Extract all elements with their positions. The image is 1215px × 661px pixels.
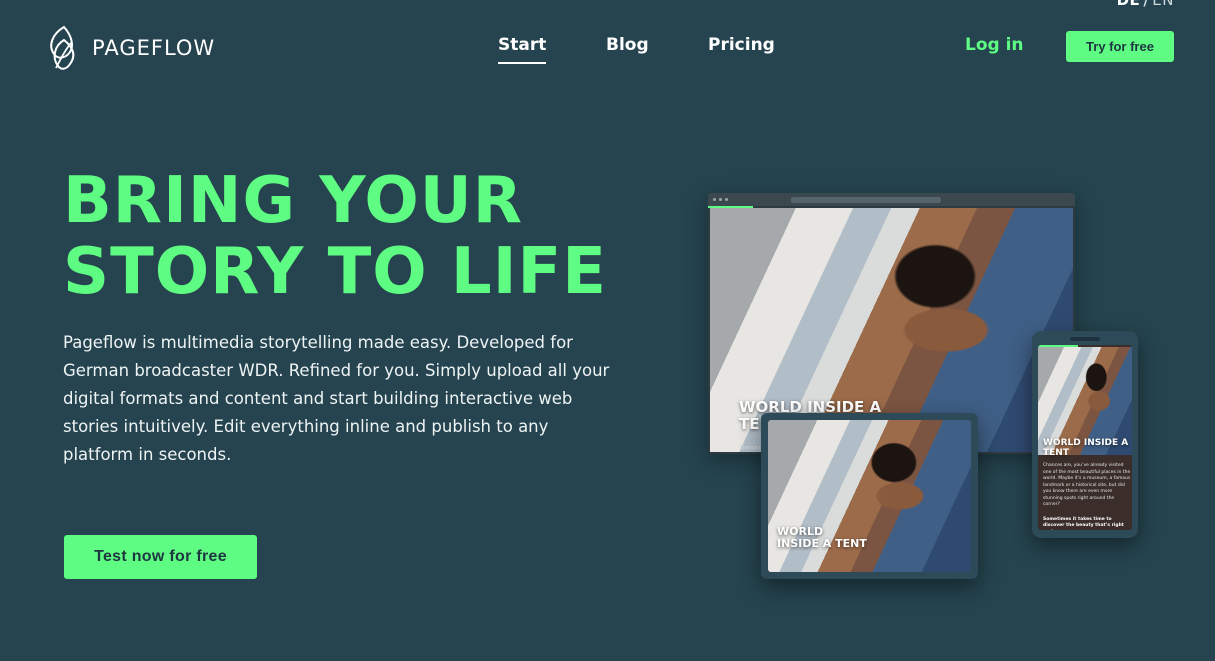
hero-lead-text: Pageflow is multimedia storytelling made… <box>63 333 610 464</box>
login-link[interactable]: Log in <box>965 35 1024 55</box>
language-en[interactable]: EN <box>1152 0 1174 9</box>
nav-item-blog[interactable]: Blog <box>606 35 649 55</box>
try-for-free-button[interactable]: Try for free <box>1066 31 1174 62</box>
nav-item-pricing[interactable]: Pricing <box>708 35 775 55</box>
pageflow-leaf-icon <box>50 25 75 70</box>
tablet-mockup: WORLD INSIDE A TENT <box>761 413 978 579</box>
language-separator: / <box>1143 0 1150 9</box>
tablet-story-title: WORLD INSIDE A TENT <box>777 525 867 551</box>
test-now-button[interactable]: Test now for free <box>64 535 257 579</box>
phone-screen: WORLD INSIDE A TENT Chances are, you’ve … <box>1038 345 1132 530</box>
address-bar <box>791 196 941 203</box>
phone-mockup: WORLD INSIDE A TENT Chances are, you’ve … <box>1032 331 1138 538</box>
brand-name: PAGEFLOW <box>92 36 216 60</box>
language-switch[interactable]: DE / EN <box>1117 0 1174 9</box>
phone-story-title: WORLD INSIDE A TENT <box>1043 438 1129 458</box>
window-dot-icon <box>713 198 716 201</box>
hero-headline: BRING YOUR STORY TO LIFE <box>63 166 607 308</box>
phone-progress-bar <box>1038 345 1078 347</box>
browser-toolbar <box>708 193 1075 206</box>
phone-notch <box>1070 337 1100 341</box>
language-de[interactable]: DE <box>1117 0 1141 9</box>
phone-story-body: Chances are, you’ve already visited one … <box>1043 463 1131 508</box>
nav-item-start[interactable]: Start <box>498 35 547 64</box>
phone-story-subtext: Sometimes it takes time to discover the … <box>1043 517 1124 530</box>
window-dot-icon <box>719 198 722 201</box>
hero-headline-line-2: STORY TO LIFE <box>63 235 607 309</box>
hero-headline-line-1: BRING YOUR <box>63 164 523 238</box>
window-dot-icon <box>725 198 728 201</box>
brand-logo[interactable]: PAGEFLOW <box>46 24 215 72</box>
